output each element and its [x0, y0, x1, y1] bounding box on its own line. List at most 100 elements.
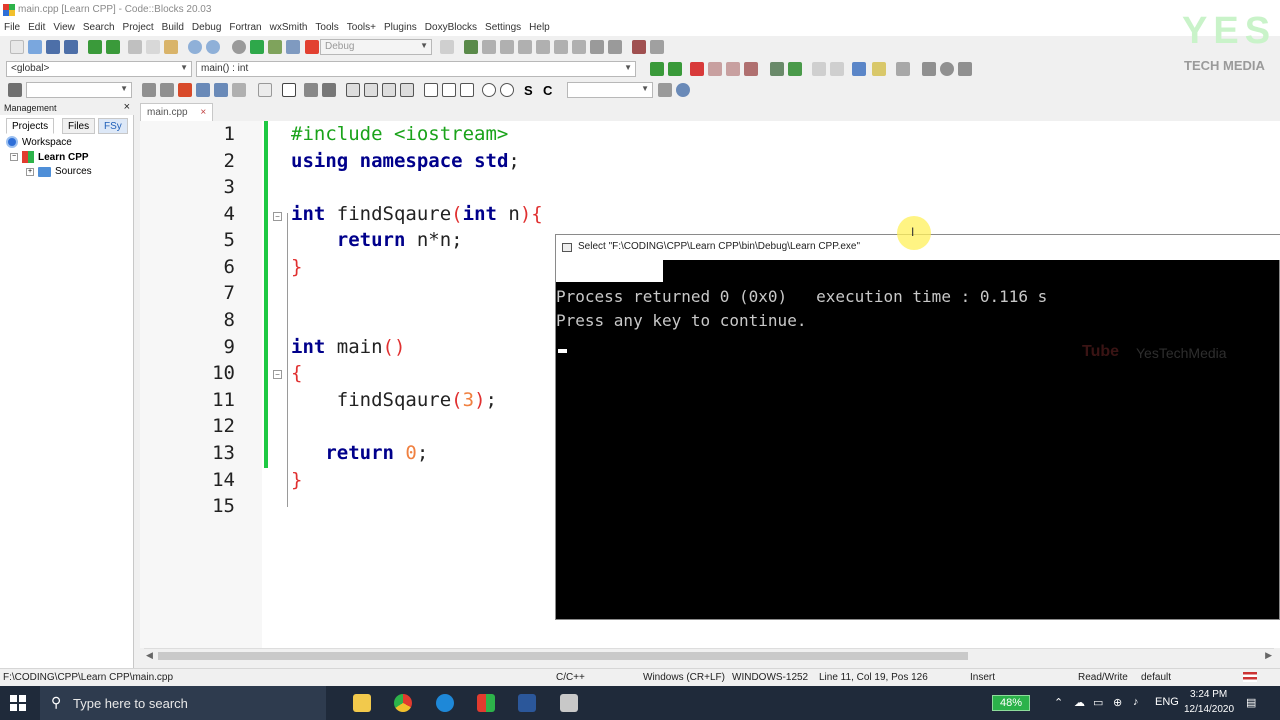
- console-task-icon[interactable]: [560, 694, 578, 712]
- tab-projects[interactable]: Projects: [6, 118, 55, 134]
- run-to-cursor-icon[interactable]: [482, 40, 496, 54]
- menu-build[interactable]: Build: [158, 20, 188, 35]
- replace-icon[interactable]: [206, 40, 220, 54]
- pause-icon[interactable]: [590, 40, 604, 54]
- tray-date[interactable]: 12/14/2020: [1184, 704, 1234, 715]
- build-run-icon[interactable]: [268, 40, 282, 54]
- regex-icon[interactable]: [232, 83, 246, 97]
- zoom-out-icon[interactable]: [500, 83, 514, 97]
- menu-doxyblocks[interactable]: DoxyBlocks: [421, 20, 481, 35]
- jump-first-icon[interactable]: [922, 62, 936, 76]
- tray-network-icon[interactable]: ⊕: [1113, 696, 1122, 709]
- tray-cloud-icon[interactable]: ☁: [1074, 696, 1085, 709]
- run-icon[interactable]: [250, 40, 264, 54]
- jump-forward-icon[interactable]: [668, 62, 682, 76]
- menu-wxsmith[interactable]: wxSmith: [266, 20, 312, 35]
- close-icon[interactable]: ×: [124, 101, 130, 113]
- cut-icon[interactable]: [128, 40, 142, 54]
- menu-edit[interactable]: Edit: [24, 20, 49, 35]
- undo-icon[interactable]: [88, 40, 102, 54]
- find-icon[interactable]: [188, 40, 202, 54]
- horizontal-scrollbar[interactable]: ◀ ▶: [144, 648, 1274, 662]
- selected-text-icon[interactable]: [196, 83, 210, 97]
- jump-back-icon[interactable]: [650, 62, 664, 76]
- tray-volume-icon[interactable]: ♪: [1133, 696, 1139, 708]
- block-icon-4[interactable]: [400, 83, 414, 97]
- menu-file[interactable]: File: [0, 20, 24, 35]
- doxyblocks-extract-icon[interactable]: [788, 62, 802, 76]
- console-window[interactable]: Select "F:\CODING\CPP\Learn CPP\bin\Debu…: [555, 234, 1280, 620]
- record-icon[interactable]: [940, 62, 954, 76]
- windows-start-icon[interactable]: [10, 695, 26, 711]
- match-case-icon[interactable]: [214, 83, 228, 97]
- copy-icon[interactable]: [146, 40, 160, 54]
- menu-help[interactable]: Help: [525, 20, 554, 35]
- next-instruction-icon[interactable]: [554, 40, 568, 54]
- open-icon[interactable]: [28, 40, 42, 54]
- bookmark-prev-icon[interactable]: [708, 62, 722, 76]
- tree-sources[interactable]: + Sources: [26, 166, 92, 177]
- menu-view[interactable]: View: [49, 20, 79, 35]
- tab-files[interactable]: Files: [62, 118, 96, 134]
- select-pointer-icon[interactable]: [258, 83, 272, 97]
- stop-debug-icon[interactable]: [608, 40, 622, 54]
- doxyblocks-wizard-icon[interactable]: [770, 62, 784, 76]
- menu-fortran[interactable]: Fortran: [225, 20, 265, 35]
- bookmark-next-icon[interactable]: [726, 62, 740, 76]
- frame-icon-1[interactable]: [424, 83, 438, 97]
- edge-icon[interactable]: [436, 694, 454, 712]
- file-explorer-icon[interactable]: [353, 694, 371, 712]
- save-icon[interactable]: [46, 40, 60, 54]
- word-icon[interactable]: [518, 694, 536, 712]
- scroll-thumb[interactable]: [158, 652, 968, 660]
- tree-workspace[interactable]: Workspace: [6, 136, 72, 148]
- bookmark-toggle-icon[interactable]: [690, 62, 704, 76]
- step-into-icon[interactable]: [518, 40, 532, 54]
- menu-tools-plus[interactable]: Tools+: [343, 20, 380, 35]
- block-comment-icon[interactable]: [812, 62, 826, 76]
- abort-icon[interactable]: [305, 40, 319, 54]
- tray-time[interactable]: 3:24 PM: [1190, 689, 1227, 700]
- debug-windows-icon[interactable]: [632, 40, 646, 54]
- show-select-target-icon[interactable]: [440, 40, 454, 54]
- search-combo[interactable]: ▼: [26, 82, 132, 98]
- paste-icon[interactable]: [164, 40, 178, 54]
- highlight-icon[interactable]: [178, 83, 192, 97]
- format-apply-icon[interactable]: [658, 83, 672, 97]
- build-target-select[interactable]: Debug ▼: [320, 39, 432, 55]
- block-icon-1[interactable]: [346, 83, 360, 97]
- format-search-icon[interactable]: [676, 83, 690, 97]
- record-macro-icon[interactable]: [8, 83, 22, 97]
- frame-icon-3[interactable]: [460, 83, 474, 97]
- block-icon-2[interactable]: [364, 83, 378, 97]
- s-format-icon[interactable]: S: [524, 83, 538, 98]
- zoom-in-icon[interactable]: [482, 83, 496, 97]
- frame-icon-2[interactable]: [442, 83, 456, 97]
- jump-last-icon[interactable]: [958, 62, 972, 76]
- nav-back-icon[interactable]: [142, 83, 156, 97]
- tree-project[interactable]: − Learn CPP: [10, 151, 89, 163]
- tray-language[interactable]: ENG: [1155, 696, 1179, 708]
- scroll-right-icon[interactable]: ▶: [1265, 650, 1272, 661]
- chrome-icon[interactable]: [394, 694, 412, 712]
- battery-indicator[interactable]: 48%: [992, 695, 1030, 711]
- nav-forward-icon[interactable]: [160, 83, 174, 97]
- codeblocks-task-icon[interactable]: [477, 694, 495, 712]
- run-html-icon[interactable]: [852, 62, 866, 76]
- fold-toggle-icon[interactable]: −: [273, 370, 282, 379]
- checklist-icon[interactable]: [322, 83, 336, 97]
- step-instruction-icon[interactable]: [572, 40, 586, 54]
- menu-plugins[interactable]: Plugins: [380, 20, 421, 35]
- save-all-icon[interactable]: [64, 40, 78, 54]
- tab-main-cpp[interactable]: main.cpp ×: [140, 103, 214, 121]
- menu-tools[interactable]: Tools: [311, 20, 342, 35]
- menu-debug[interactable]: Debug: [188, 20, 225, 35]
- step-out-icon[interactable]: [536, 40, 550, 54]
- tray-chevron-icon[interactable]: ⌃: [1054, 696, 1063, 709]
- bookmark-clear-icon[interactable]: [744, 62, 758, 76]
- new-file-icon[interactable]: [10, 40, 24, 54]
- format-combo[interactable]: ▼: [567, 82, 653, 98]
- tab-fsymbols[interactable]: FSy: [98, 118, 128, 134]
- fold-toggle-icon[interactable]: −: [273, 212, 282, 221]
- symbol-select[interactable]: main() : int ▼: [196, 61, 636, 77]
